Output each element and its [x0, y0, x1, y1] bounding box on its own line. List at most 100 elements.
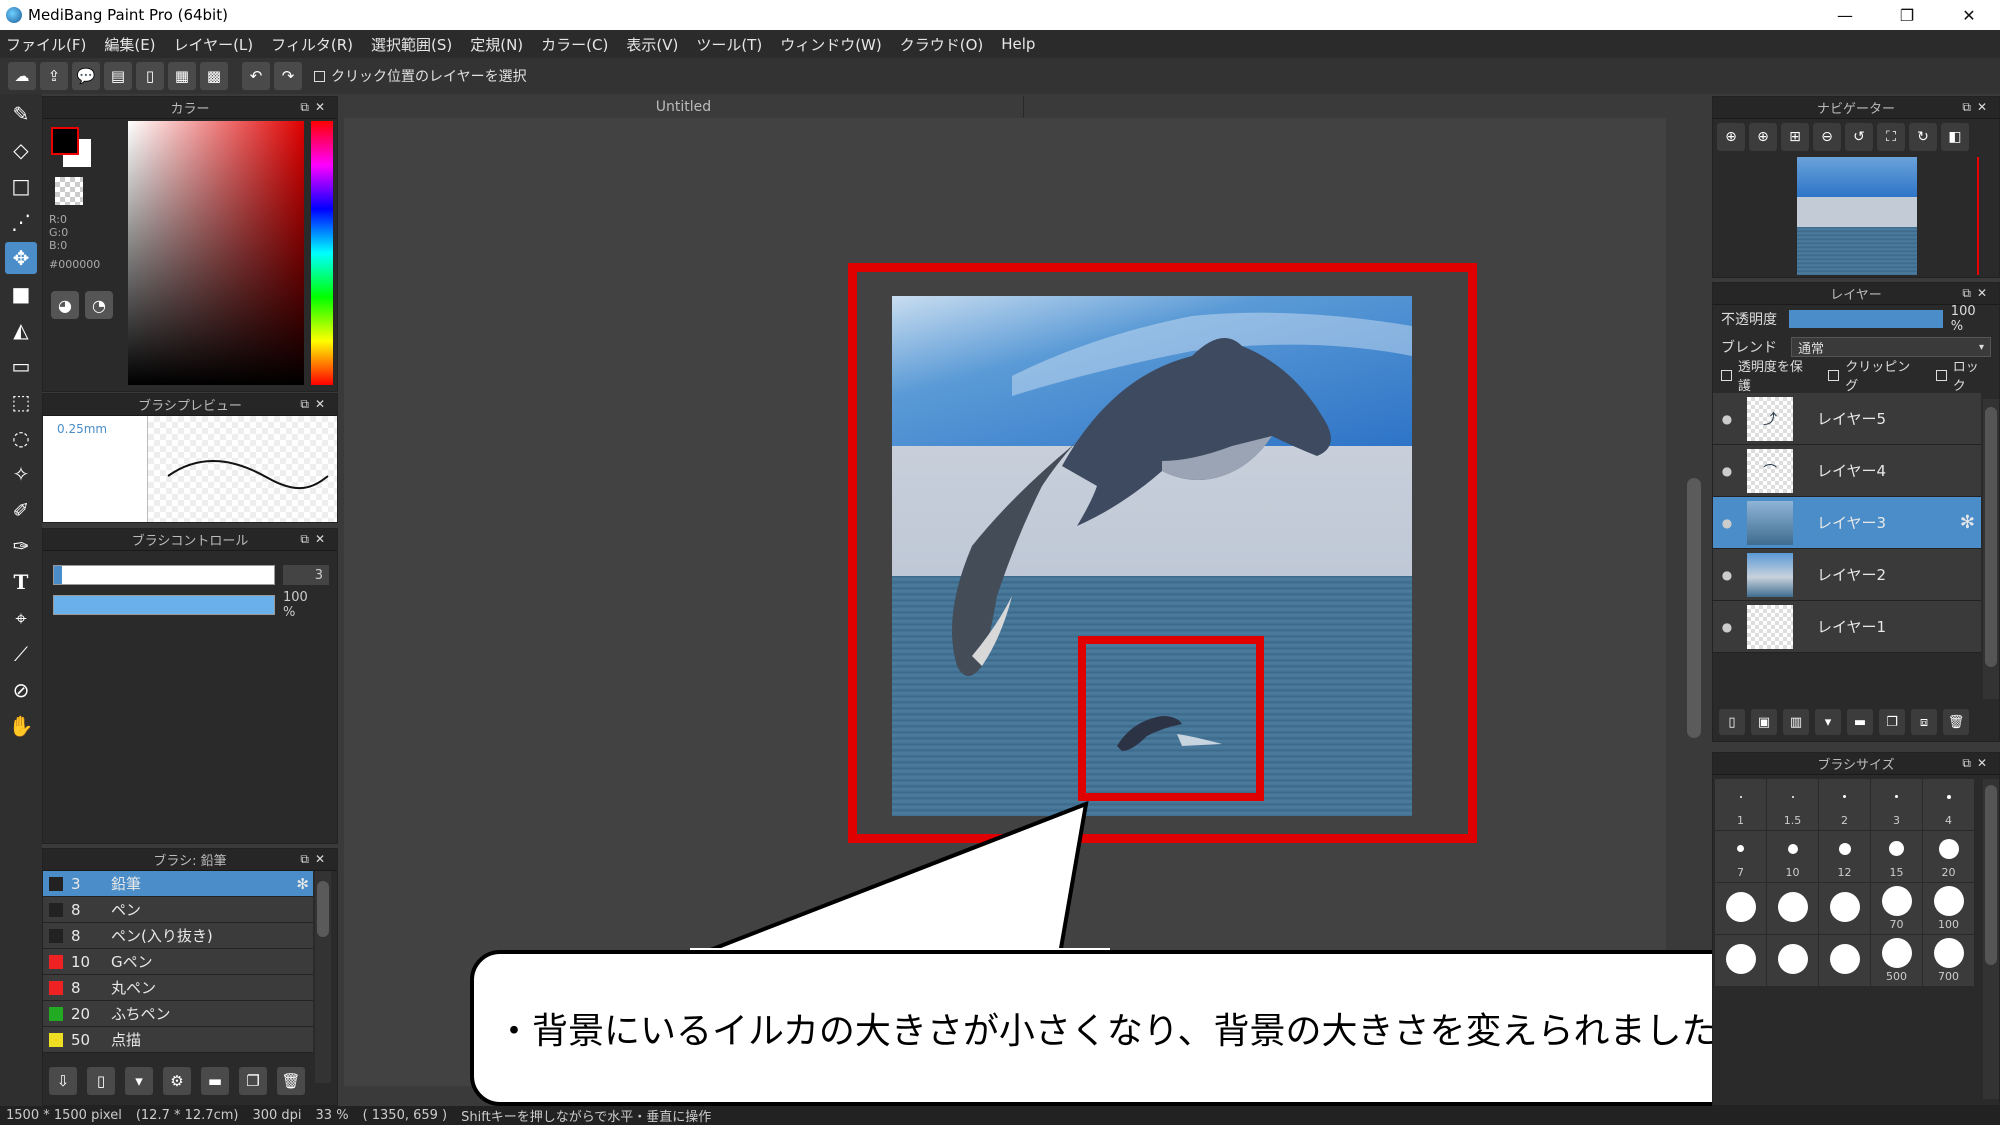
add-layer-menu-icon[interactable]: ▾ — [1815, 709, 1841, 735]
gear-icon[interactable]: ✻ — [296, 875, 309, 893]
add-brush-menu-icon[interactable]: ▾ — [125, 1067, 153, 1095]
brush-size-scrollbar[interactable] — [1983, 779, 1999, 1099]
brush-size-cell[interactable]: 15 — [1871, 831, 1922, 882]
page-icon[interactable]: ▯ — [136, 62, 164, 90]
panel-float-close-icon[interactable]: ⧉✕ — [300, 100, 331, 115]
fit-window-icon[interactable]: ⛶ — [1877, 123, 1905, 151]
new-halftone-layer-icon[interactable]: ▣ — [1751, 709, 1777, 735]
menu-file[interactable]: ファイル(F) — [6, 34, 86, 55]
brush-size-cell[interactable]: 700 — [1923, 935, 1974, 986]
brush-size-cell[interactable]: 3 — [1871, 779, 1922, 830]
layer-row[interactable]: ● ⤴ レイヤー5 — [1713, 393, 1981, 445]
move-tool-icon[interactable]: ✥ — [5, 242, 37, 274]
brush-size-cell[interactable]: 7 — [1715, 831, 1766, 882]
eyedropper-tool-icon[interactable]: ⊘ — [5, 674, 37, 706]
rotate-right-icon[interactable]: ↻ — [1909, 123, 1937, 151]
navigator-thumbnail[interactable] — [1797, 157, 1917, 275]
magic-wand-tool-icon[interactable]: ✧ — [5, 458, 37, 490]
layer-opacity-slider[interactable] — [1789, 310, 1943, 328]
menu-ruler[interactable]: 定規(N) — [470, 34, 523, 55]
brush-size-slider[interactable] — [53, 565, 275, 585]
gear-icon[interactable]: ✻ — [1960, 512, 1975, 533]
hand-tool-icon[interactable]: ✋ — [5, 710, 37, 742]
brush-size-cell[interactable]: 1 — [1715, 779, 1766, 830]
menu-filter[interactable]: フィルタ(R) — [271, 34, 353, 55]
new-brush-icon[interactable]: ▯ — [87, 1067, 115, 1095]
brush-size-cell[interactable] — [1819, 883, 1870, 934]
restore-button[interactable]: ❐ — [1876, 0, 1938, 30]
layer-folder-icon[interactable]: ▬ — [1847, 709, 1873, 735]
undo-icon[interactable]: ↶ — [242, 62, 270, 90]
select-eraser-tool-icon[interactable]: ✑ — [5, 530, 37, 562]
brush-size-cell[interactable] — [1767, 883, 1818, 934]
brush-item[interactable]: 3 鉛筆 ✻ — [43, 871, 313, 897]
minimize-button[interactable]: — — [1814, 0, 1876, 30]
brush-size-cell[interactable]: 1.5 — [1767, 779, 1818, 830]
panel-layout-icon[interactable]: ▦ — [168, 62, 196, 90]
brush-item[interactable]: 10 Gペン — [43, 949, 313, 975]
brush-size-cell[interactable] — [1715, 935, 1766, 986]
zoom-out-icon[interactable]: ⊖ — [1813, 123, 1841, 151]
menu-cloud[interactable]: クラウド(O) — [900, 34, 984, 55]
layer-row[interactable]: ● ⌒ レイヤー4 — [1713, 445, 1981, 497]
brush-size-cell[interactable]: 10 — [1767, 831, 1818, 882]
hue-slider[interactable] — [311, 121, 333, 385]
canvas-vertical-scrollbar[interactable] — [1683, 118, 1705, 1086]
brush-item[interactable]: 20 ふちペン — [43, 1001, 313, 1027]
foreground-color-swatch[interactable] — [51, 127, 79, 155]
brush-item[interactable]: 8 丸ペン — [43, 975, 313, 1001]
rect-select-tool-icon[interactable]: ⬚ — [5, 386, 37, 418]
brush-size-cell[interactable]: 500 — [1871, 935, 1922, 986]
brush-size-cell[interactable] — [1767, 935, 1818, 986]
operation-tool-icon[interactable]: ⌖ — [5, 602, 37, 634]
clipping-checkbox[interactable] — [1828, 369, 1840, 381]
divide-tool-icon[interactable]: ⟋ — [5, 638, 37, 670]
delete-layer-icon[interactable]: 🗑 — [1943, 709, 1969, 735]
brush-size-value[interactable]: 3 — [283, 565, 329, 585]
zoom-fit-icon[interactable]: ⊕ — [1717, 123, 1745, 151]
select-pen-tool-icon[interactable]: ✐ — [5, 494, 37, 526]
duplicate-layer-icon[interactable]: ❐ — [1879, 709, 1905, 735]
menu-tool[interactable]: ツール(T) — [696, 34, 762, 55]
visibility-icon[interactable]: ● — [1713, 568, 1741, 582]
new-layer-icon[interactable]: ▯ — [1719, 709, 1745, 735]
brush-size-cell[interactable]: 4 — [1923, 779, 1974, 830]
zoom-in-icon[interactable]: ⊕ — [1749, 123, 1777, 151]
document-tab[interactable]: Untitled — [344, 96, 1024, 118]
brush-size-cell[interactable]: 2 — [1819, 779, 1870, 830]
upload-icon[interactable]: ⇪ — [40, 62, 68, 90]
layer-blend-select[interactable]: 通常 ▾ — [1791, 337, 1991, 357]
panel-float-close-icon[interactable]: ⧉✕ — [1962, 286, 1993, 301]
brush-list-scrollbar[interactable] — [315, 871, 331, 1083]
brush-size-cell[interactable] — [1715, 883, 1766, 934]
trash-icon[interactable]: 🗑 — [277, 1067, 305, 1095]
palette-icon[interactable]: ◕ — [51, 291, 79, 319]
redo-icon[interactable]: ↷ — [274, 62, 302, 90]
folder-icon[interactable]: ▬ — [201, 1067, 229, 1095]
actual-size-icon[interactable]: ⊞ — [1781, 123, 1809, 151]
text-tool-icon[interactable]: T — [5, 566, 37, 598]
layer-row[interactable]: ● レイヤー2 — [1713, 549, 1981, 601]
menu-view[interactable]: 表示(V) — [626, 34, 678, 55]
panel-float-close-icon[interactable]: ⧉✕ — [1962, 756, 1993, 771]
brush-size-cell[interactable]: 12 — [1819, 831, 1870, 882]
panel-float-close-icon[interactable]: ⧉✕ — [300, 852, 331, 867]
brush-size-cell[interactable] — [1819, 935, 1870, 986]
select-layer-by-click-checkbox[interactable] — [314, 70, 325, 82]
brush-item[interactable]: 50 点描 — [43, 1027, 313, 1053]
speech-bubble-icon[interactable]: 💬 — [72, 62, 100, 90]
shape-tool-icon[interactable]: □ — [5, 170, 37, 202]
close-button[interactable]: ✕ — [1938, 0, 2000, 30]
fill-rect-tool-icon[interactable]: ■ — [5, 278, 37, 310]
brush-settings-icon[interactable]: ⚙ — [163, 1067, 191, 1095]
visibility-icon[interactable]: ● — [1713, 412, 1741, 426]
select-layer-by-click-option[interactable]: クリック位置のレイヤーを選択 — [314, 66, 527, 86]
visibility-icon[interactable]: ● — [1713, 620, 1741, 634]
layer-row[interactable]: ● レイヤー3 ✻ — [1713, 497, 1981, 549]
panel-float-close-icon[interactable]: ⧉✕ — [300, 532, 331, 547]
panel-float-close-icon[interactable]: ⧉✕ — [300, 397, 331, 412]
gradient-tool-icon[interactable]: ▭ — [5, 350, 37, 382]
brush-size-cell[interactable]: 20 — [1923, 831, 1974, 882]
layer-list-scrollbar[interactable] — [1983, 399, 1999, 699]
comment-icon[interactable]: ▤ — [104, 62, 132, 90]
